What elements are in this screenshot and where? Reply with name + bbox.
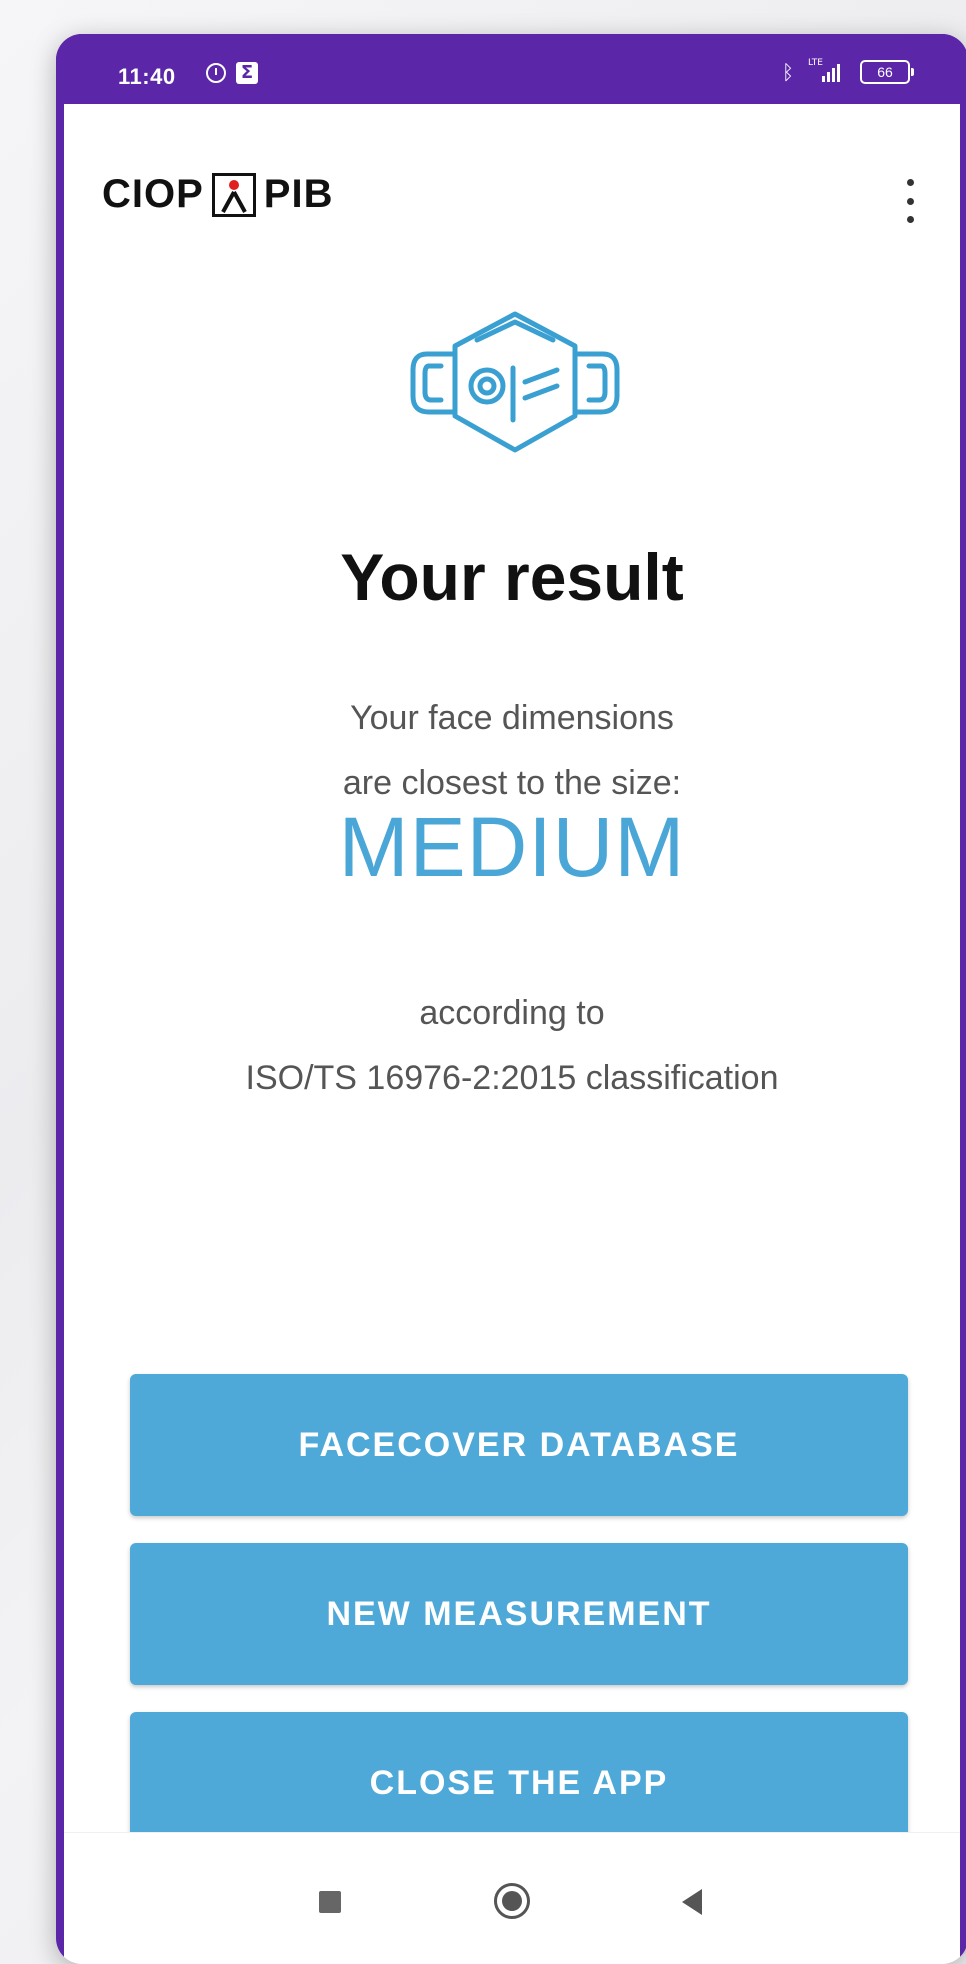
result-line-2: are closest to the size: bbox=[342, 764, 682, 802]
recents-icon[interactable] bbox=[319, 1891, 341, 1913]
app-screen: CIOP PIB Your result Your face dimension… bbox=[64, 104, 960, 1964]
facecover-database-button[interactable]: FACECOVER DATABASE bbox=[130, 1374, 908, 1516]
result-line-1: Your face dimensions bbox=[350, 699, 674, 737]
status-time: 11:40 bbox=[118, 64, 176, 89]
bluetooth-icon: ᛒ bbox=[782, 60, 794, 84]
network-label: LTE bbox=[808, 58, 823, 68]
size-result: MEDIUM bbox=[338, 800, 686, 894]
app-bar: CIOP PIB bbox=[64, 104, 960, 234]
new-measurement-button[interactable]: NEW MEASUREMENT bbox=[130, 1543, 908, 1685]
result-line-3: according to bbox=[419, 994, 605, 1032]
status-left-icons: Σ bbox=[206, 62, 258, 84]
back-icon[interactable] bbox=[682, 1889, 702, 1915]
logo-text-left: CIOP bbox=[102, 172, 204, 216]
more-vert-icon[interactable] bbox=[900, 179, 920, 223]
result-title: Your result bbox=[340, 540, 684, 614]
phone-frame: 11:40 Σ ᛒ LTE 66 CIOP PIB Your result Yo… bbox=[56, 34, 966, 1964]
navigation-bar bbox=[64, 1832, 960, 1964]
status-right-icons: ᛒ LTE 66 bbox=[782, 58, 914, 84]
sigma-icon: Σ bbox=[236, 62, 258, 84]
home-icon[interactable] bbox=[494, 1883, 530, 1919]
battery-icon: 66 bbox=[860, 60, 914, 84]
logo-mark-icon bbox=[211, 172, 256, 217]
face-mask-icon bbox=[410, 311, 620, 453]
lte-signal-icon: LTE bbox=[808, 58, 846, 84]
alarm-icon bbox=[206, 63, 226, 83]
result-line-4: ISO/TS 16976-2:2015 classification bbox=[245, 1059, 779, 1097]
ciop-pib-logo: CIOP PIB bbox=[102, 172, 333, 217]
logo-text-right: PIB bbox=[263, 172, 334, 216]
status-bar: 11:40 Σ ᛒ LTE 66 bbox=[56, 34, 966, 104]
